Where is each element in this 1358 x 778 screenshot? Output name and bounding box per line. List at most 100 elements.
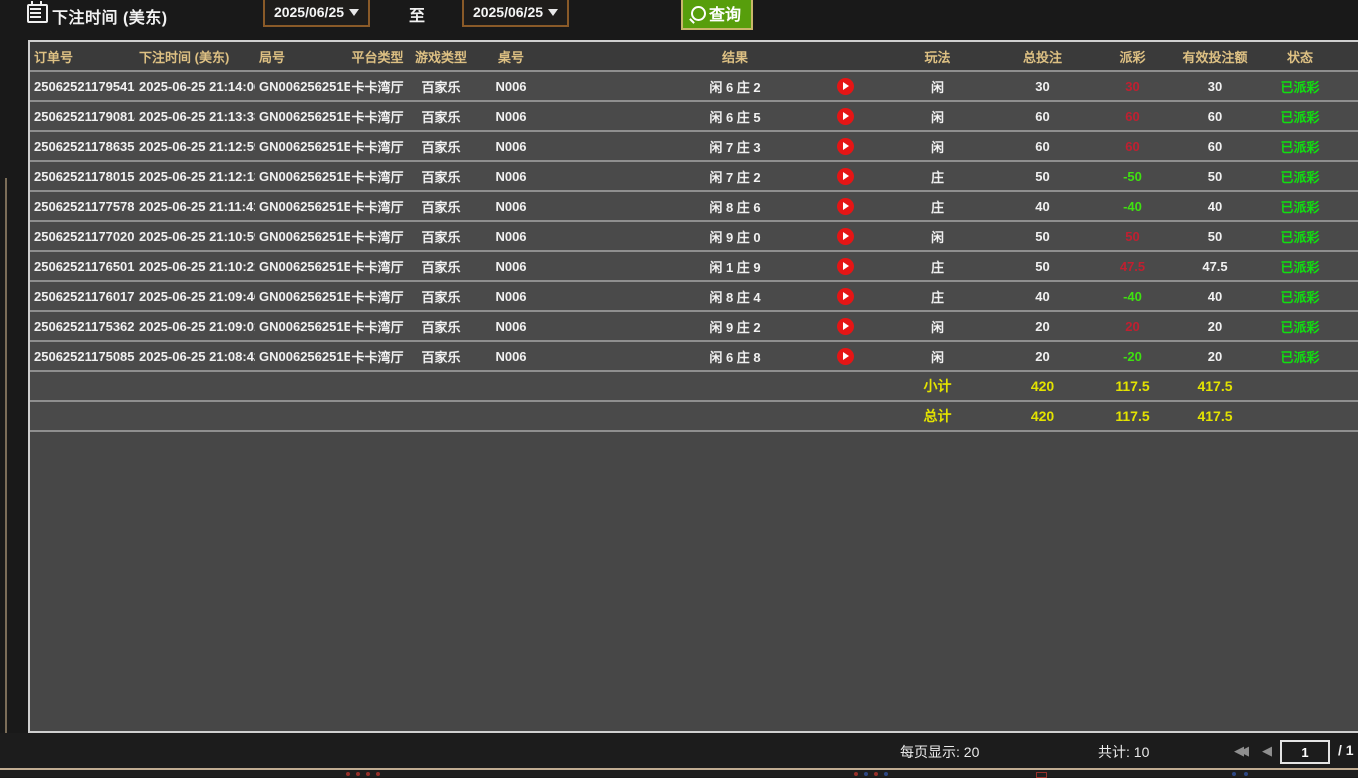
status-cell: 已派彩 — [1260, 222, 1340, 250]
result-video-cell — [805, 72, 885, 100]
column-header-round: 局号 — [255, 42, 350, 70]
round-cell: GN006256251EQ — [255, 132, 350, 160]
table-row: 2506252117757862025-06-25 21:11:41GN0062… — [30, 192, 1358, 222]
column-header-bet: 总投注 — [990, 42, 1095, 70]
round-cell: GN006256251ER — [255, 102, 350, 130]
table_no-cell: N006 — [477, 342, 545, 370]
date-to-select[interactable]: 2025/06/25 — [462, 0, 569, 27]
play-result-button[interactable] — [837, 318, 854, 335]
subtotal-row-bet: 420 — [990, 372, 1095, 400]
round-cell: GN006256251EN — [255, 222, 350, 250]
order-cell: 250625211790814 — [30, 102, 135, 130]
round-cell: GN006256251EL — [255, 282, 350, 310]
table-empty-area — [30, 432, 1358, 731]
game-cell: 百家乐 — [405, 192, 477, 220]
column-header-icon — [805, 42, 885, 70]
search-icon — [691, 6, 706, 21]
game-cell: 百家乐 — [405, 132, 477, 160]
valid-cell: 20 — [1170, 312, 1260, 340]
payout-cell: -50 — [1095, 162, 1170, 190]
result-video-cell — [805, 222, 885, 250]
round-cell: GN006256251EM — [255, 252, 350, 280]
total-row-bet: 420 — [990, 402, 1095, 430]
play-result-button[interactable] — [837, 348, 854, 365]
play-cell: 闲 — [885, 222, 990, 250]
result-video-cell — [805, 192, 885, 220]
round-cell: GN006256251EO — [255, 192, 350, 220]
result-cell: 闲 6 庄 8 — [665, 342, 805, 370]
result-video-cell — [805, 162, 885, 190]
subtotal-row-valid: 417.5 — [1170, 372, 1260, 400]
query-button[interactable]: 查询 — [681, 0, 753, 30]
result-video-cell — [805, 252, 885, 280]
bet-cell: 60 — [990, 102, 1095, 130]
sp-cell — [545, 72, 665, 100]
game-cell: 百家乐 — [405, 342, 477, 370]
play-result-button[interactable] — [837, 198, 854, 215]
table_no-cell: N006 — [477, 192, 545, 220]
play-result-button[interactable] — [837, 258, 854, 275]
total-row-play: 总计 — [885, 402, 990, 430]
platform-cell: 卡卡湾厅 — [350, 252, 405, 280]
total-row-game — [405, 402, 477, 430]
table-row: 2506252117702052025-06-25 21:10:59GN0062… — [30, 222, 1358, 252]
play-result-button[interactable] — [837, 78, 854, 95]
column-header-play: 玩法 — [885, 42, 990, 70]
time-cell: 2025-06-25 21:09:01 — [135, 312, 255, 340]
play-result-button[interactable] — [837, 108, 854, 125]
subtotal-row-round — [255, 372, 350, 400]
table-row: 2506252117601772025-06-25 21:09:46GN0062… — [30, 282, 1358, 312]
play-result-button[interactable] — [837, 228, 854, 245]
sp-cell — [545, 222, 665, 250]
payout-cell: 47.5 — [1095, 252, 1170, 280]
table-row: 2506252117508582025-06-25 21:08:42GN0062… — [30, 342, 1358, 372]
result-cell: 闲 6 庄 5 — [665, 102, 805, 130]
total-row-result — [665, 402, 805, 430]
status-cell: 已派彩 — [1260, 312, 1340, 340]
table_no-cell: N006 — [477, 102, 545, 130]
play-cell: 闲 — [885, 72, 990, 100]
time-cell: 2025-06-25 21:12:13 — [135, 162, 255, 190]
total-row-status — [1260, 402, 1340, 430]
first-page-button[interactable]: ◀◀ — [1234, 743, 1244, 759]
total-row-cut — [1340, 402, 1358, 430]
result-video-cell — [805, 132, 885, 160]
order-cell: 250625211780156 — [30, 162, 135, 190]
table-row: 2506252117536282025-06-25 21:09:01GN0062… — [30, 312, 1358, 342]
play-cell: 庄 — [885, 192, 990, 220]
platform-cell: 卡卡湾厅 — [350, 342, 405, 370]
result-cell: 闲 6 庄 2 — [665, 72, 805, 100]
subtotal-row-icon — [805, 372, 885, 400]
table-header-row: 订单号下注时间 (美东)局号平台类型游戏类型桌号结果玩法总投注派彩有效投注额状态 — [30, 42, 1358, 72]
subtotal-row-platform — [350, 372, 405, 400]
column-header-valid: 有效投注额 — [1170, 42, 1260, 70]
column-header-result: 结果 — [665, 42, 805, 70]
game-cell: 百家乐 — [405, 162, 477, 190]
prev-page-button[interactable]: ◀ — [1262, 743, 1272, 759]
game-cell: 百家乐 — [405, 222, 477, 250]
total-row-sp — [545, 402, 665, 430]
cut-cell — [1340, 192, 1358, 220]
bet-cell: 30 — [990, 72, 1095, 100]
payout-cell: 60 — [1095, 102, 1170, 130]
bet-cell: 50 — [990, 162, 1095, 190]
play-result-button[interactable] — [837, 168, 854, 185]
play-result-button[interactable] — [837, 138, 854, 155]
sp-cell — [545, 162, 665, 190]
column-header-order: 订单号 — [30, 42, 135, 70]
page-number-input[interactable] — [1280, 740, 1330, 764]
table-row: 2506252117863522025-06-25 21:12:59GN0062… — [30, 132, 1358, 162]
column-header-platform: 平台类型 — [350, 42, 405, 70]
play-cell: 庄 — [885, 252, 990, 280]
cut-cell — [1340, 102, 1358, 130]
date-from-select[interactable]: 2025/06/25 — [263, 0, 370, 27]
column-header-status: 状态 — [1260, 42, 1340, 70]
game-cell: 百家乐 — [405, 72, 477, 100]
status-cell: 已派彩 — [1260, 252, 1340, 280]
result-cell: 闲 7 庄 2 — [665, 162, 805, 190]
total-row-valid: 417.5 — [1170, 402, 1260, 430]
time-cell: 2025-06-25 21:14:06 — [135, 72, 255, 100]
order-cell: 250625211750858 — [30, 342, 135, 370]
cut-cell — [1340, 282, 1358, 310]
play-result-button[interactable] — [837, 288, 854, 305]
